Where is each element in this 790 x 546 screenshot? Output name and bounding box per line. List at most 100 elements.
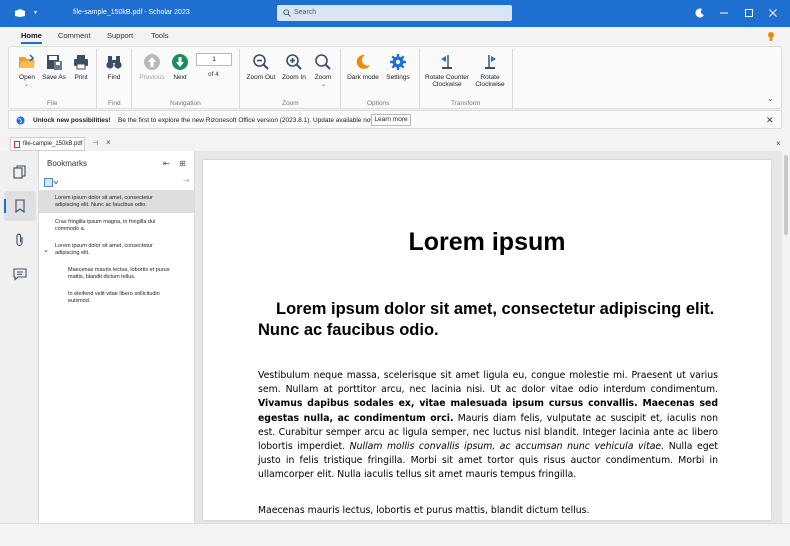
- zoom-in-label: Zoom In: [282, 74, 306, 81]
- settings-button[interactable]: Settings: [384, 53, 412, 81]
- maximize-icon[interactable]: [743, 7, 755, 19]
- find-button[interactable]: Find: [104, 53, 124, 81]
- status-bar: [0, 523, 790, 546]
- minimize-icon[interactable]: [718, 7, 730, 19]
- rotate-counter-clockwise-button[interactable]: Rotate Counter Clockwise: [423, 53, 471, 88]
- bookmark-item[interactable]: Lorem ipsum dolor sit amet, consectetur …: [55, 243, 153, 257]
- attachments-rail-button[interactable]: [4, 225, 36, 255]
- comment-icon: [13, 268, 27, 281]
- document-tab-label: file-cample_150kB.pdf: [23, 141, 83, 147]
- bookmark-item-line: commodo a.: [55, 226, 86, 232]
- arrow-up-circle-icon: [144, 54, 160, 70]
- bookmark-item-line: Cras fringilla ipsum magna, in fringilla…: [55, 219, 156, 225]
- app-logo-icon: [15, 9, 25, 17]
- bookmark-item[interactable]: In eleifend velit vitae libero sollicitu…: [68, 291, 160, 305]
- scrollbar-thumb[interactable]: [784, 155, 788, 235]
- zoom-chevron-icon[interactable]: ⌄: [321, 81, 326, 88]
- magnifier-icon: [315, 54, 331, 70]
- bookmark-action-icon[interactable]: ⇥: [183, 176, 190, 185]
- search-box[interactable]: Search: [277, 5, 512, 21]
- bookmarks-rail-button[interactable]: [4, 191, 36, 221]
- tab-home[interactable]: Home: [21, 31, 42, 44]
- previous-button[interactable]: Previous: [137, 53, 167, 81]
- save-as-icon: [47, 55, 62, 70]
- group-label-navigation: Navigation: [170, 100, 201, 107]
- comments-rail-button[interactable]: [4, 259, 36, 289]
- zoom-button[interactable]: Zoom: [312, 53, 334, 81]
- pin-tab-icon[interactable]: ⊣: [92, 139, 98, 147]
- rotate-cw-label-1: Rotate: [480, 74, 500, 81]
- left-rail: [0, 151, 39, 523]
- print-button[interactable]: Print: [71, 53, 91, 81]
- document-title: Lorem ipsum: [408, 228, 566, 256]
- bookmark-item[interactable]: Maecenas mauris lectus, lobortis et puru…: [68, 267, 170, 281]
- zoom-in-icon: [286, 54, 302, 70]
- theme-moon-icon[interactable]: [694, 7, 706, 19]
- document-heading: Lorem ipsum dolor sit amet, consectetur …: [258, 300, 715, 339]
- update-infobar: Unlock new possibilities! Be the first t…: [8, 110, 782, 129]
- expand-all-icon[interactable]: ⊞: [179, 159, 186, 168]
- print-label: Print: [74, 74, 88, 81]
- paragraph-italic-text: Nullam mollis convallis ipsum, ac accums…: [349, 441, 665, 453]
- collapse-panel-icon[interactable]: ⇤: [163, 159, 170, 168]
- close-all-tabs-icon[interactable]: ×: [776, 139, 781, 148]
- bookmarks-panel: Bookmarks ⇤ ⊞ ⇥ Lorem ipsum dolor sit am…: [39, 151, 195, 523]
- globe-icon: [16, 116, 25, 125]
- settings-label: Settings: [386, 74, 410, 81]
- bookmark-options-icon[interactable]: [44, 178, 58, 187]
- window-title: file-sample_150kB.pdf - Scholar 2023: [73, 9, 190, 16]
- lightbulb-icon[interactable]: [767, 31, 775, 42]
- open-chevron-icon[interactable]: ⌄: [24, 81, 29, 88]
- vertical-scrollbar[interactable]: [782, 151, 790, 523]
- group-divider: [419, 49, 420, 108]
- bookmark-item-line: mattis, blandit dictum tellus.: [68, 274, 136, 280]
- bookmark-item-line: Lorem ipsum dolor sit amet, consectetur: [55, 243, 153, 249]
- zoom-in-button[interactable]: Zoom In: [280, 53, 308, 81]
- tab-support[interactable]: Support: [107, 31, 133, 40]
- tab-tools[interactable]: Tools: [151, 31, 169, 40]
- rotate-clockwise-button[interactable]: Rotate Clockwise: [474, 53, 506, 88]
- next-button[interactable]: Next: [169, 53, 191, 81]
- paragraph-text: Vestibulum neque massa, scelerisque sit …: [258, 370, 718, 396]
- moon-icon: [356, 54, 370, 69]
- tab-comment[interactable]: Comment: [58, 31, 91, 40]
- group-divider: [512, 49, 513, 108]
- search-placeholder: Search: [294, 9, 317, 16]
- zoom-out-button[interactable]: Zoom Out: [245, 53, 277, 81]
- save-as-button[interactable]: Save As: [41, 53, 67, 81]
- bookmark-item[interactable]: Lorem ipsum dolor sit amet, consectetur …: [55, 195, 153, 209]
- document-tab[interactable]: file-cample_150kB.pdf: [10, 137, 85, 151]
- dark-mode-button[interactable]: Dark mode: [346, 53, 380, 81]
- rotate-left-icon: [441, 55, 452, 69]
- ribbon-collapse-chevron-icon[interactable]: ⌄: [767, 94, 774, 103]
- expand-chevron-icon[interactable]: ⌄: [43, 247, 49, 254]
- open-button[interactable]: Open: [15, 53, 39, 81]
- pages-rail-button[interactable]: [4, 157, 36, 187]
- search-icon: [283, 9, 291, 17]
- learn-more-button[interactable]: Learn more: [371, 114, 411, 126]
- page-number-input[interactable]: 1: [196, 53, 232, 66]
- binoculars-icon: [106, 56, 122, 69]
- save-as-label: Save As: [42, 74, 66, 81]
- bookmark-item-line: adipiscing elit.: [55, 250, 90, 256]
- arrow-down-circle-icon: [172, 54, 188, 70]
- zoom-out-icon: [253, 54, 269, 70]
- group-divider: [239, 49, 240, 108]
- rotate-right-icon: [485, 55, 496, 69]
- quick-access-dropdown[interactable]: ▾: [34, 9, 37, 16]
- bookmark-item[interactable]: Cras fringilla ipsum magna, in fringilla…: [55, 219, 155, 233]
- title-bar: ▾ file-sample_150kB.pdf - Scholar 2023 S…: [0, 0, 790, 27]
- infobar-close-icon[interactable]: ✕: [766, 115, 774, 126]
- printer-icon: [74, 55, 88, 70]
- close-icon[interactable]: [767, 7, 779, 19]
- group-label-transform: Transform: [451, 100, 481, 107]
- group-label-options: Options: [367, 100, 390, 107]
- bookmark-item-line: euismod.: [68, 298, 91, 304]
- rotate-cw-label-2: Clockwise: [475, 81, 505, 88]
- document-viewer[interactable]: Lorem ipsum Lorem ipsum dolor sit amet, …: [195, 151, 782, 523]
- bookmarks-header: Bookmarks: [47, 159, 88, 168]
- close-tab-icon[interactable]: ×: [106, 138, 111, 147]
- page-count: of 4: [208, 71, 219, 78]
- bookmark-item-line: Maecenas mauris lectus, lobortis et puru…: [68, 267, 170, 273]
- bookmark-icon: [15, 199, 25, 213]
